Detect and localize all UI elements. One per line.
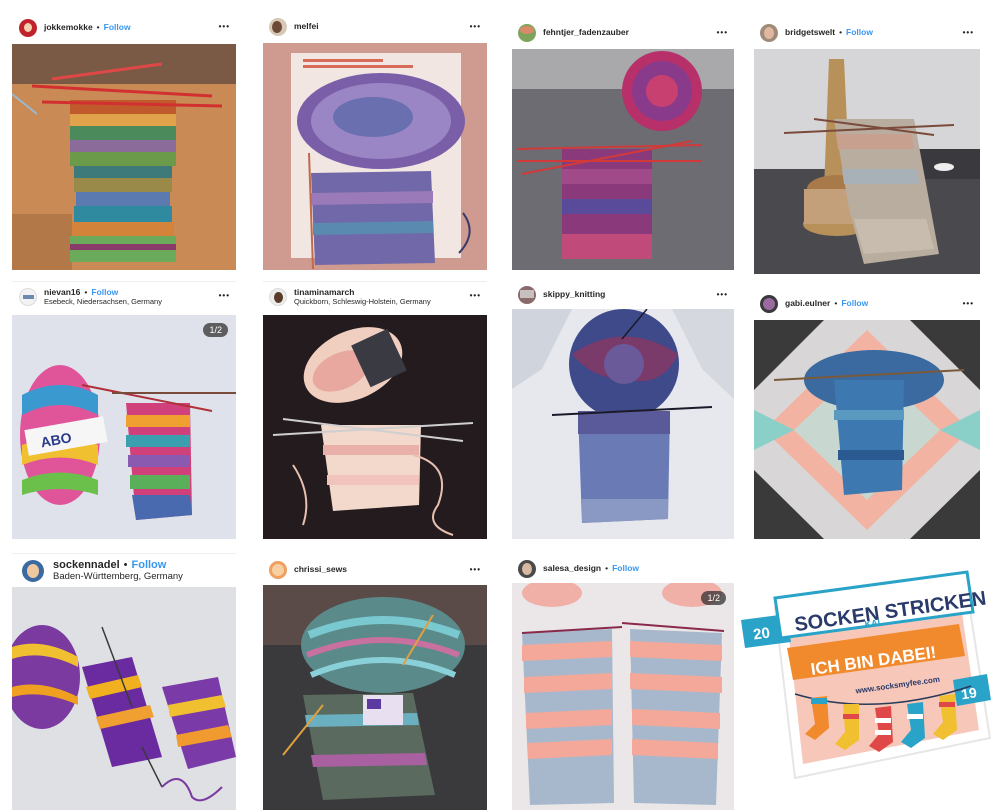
avatar[interactable]: [269, 288, 287, 306]
avatar[interactable]: [22, 560, 44, 582]
username[interactable]: sockennadel: [53, 559, 120, 572]
avatar[interactable]: [269, 561, 287, 579]
post-card: melfei •••: [263, 12, 487, 270]
follow-button[interactable]: Follow: [132, 559, 167, 572]
post-card: tinaminamarch Quickborn, Schleswig-Holst…: [263, 281, 487, 539]
post-photo[interactable]: [263, 315, 487, 539]
post-photo[interactable]: 1/2: [512, 583, 734, 810]
more-options-icon[interactable]: •••: [717, 290, 728, 299]
more-options-icon[interactable]: •••: [470, 565, 481, 574]
username[interactable]: gabi.eulner: [785, 298, 830, 309]
more-options-icon[interactable]: •••: [963, 299, 974, 308]
username[interactable]: fehntjer_fadenzauber: [543, 27, 629, 38]
more-options-icon[interactable]: •••: [219, 22, 230, 31]
post-card: sockennadel • Follow Baden-Württemberg, …: [12, 553, 236, 810]
post-photo[interactable]: [263, 43, 487, 270]
more-options-icon[interactable]: •••: [219, 291, 230, 300]
username[interactable]: melfei: [294, 21, 319, 32]
username[interactable]: chrissi_sews: [294, 564, 347, 575]
post-card: jokkemokke • Follow •••: [12, 12, 236, 270]
post-card: fehntjer_fadenzauber •••: [512, 18, 734, 270]
post-photo[interactable]: [12, 587, 236, 810]
follow-button[interactable]: Follow: [612, 563, 639, 574]
avatar[interactable]: [518, 286, 536, 304]
post-photo[interactable]: [754, 49, 980, 274]
post-card: bridgetswelt • Follow •••: [754, 18, 980, 274]
avatar[interactable]: [518, 560, 536, 578]
avatar[interactable]: [269, 18, 287, 36]
post-photo[interactable]: ABO 1/2: [12, 315, 236, 539]
avatar[interactable]: [19, 19, 37, 37]
avatar[interactable]: [518, 24, 536, 42]
avatar[interactable]: [760, 24, 778, 42]
post-photo[interactable]: [754, 320, 980, 539]
sticker-year-left: 20: [752, 624, 771, 643]
location-label[interactable]: Baden-Württemberg, Germany: [53, 571, 183, 583]
post-card: nievan16 • Follow Esebeck, Niedersachsen…: [12, 281, 236, 539]
carousel-counter: 1/2: [203, 323, 228, 337]
more-options-icon[interactable]: •••: [470, 22, 481, 31]
avatar[interactable]: [760, 295, 778, 313]
post-photo[interactable]: [12, 44, 236, 270]
more-options-icon[interactable]: •••: [717, 28, 728, 37]
post-card: salesa_design • Follow 1/2: [512, 555, 734, 810]
follow-button[interactable]: Follow: [846, 27, 873, 38]
username[interactable]: jokkemokke: [44, 22, 93, 33]
username[interactable]: salesa_design: [543, 563, 601, 574]
location-label[interactable]: Esebeck, Niedersachsen, Germany: [44, 297, 162, 307]
more-options-icon[interactable]: •••: [963, 28, 974, 37]
sticker-year-right: 19: [960, 684, 978, 702]
post-photo[interactable]: [512, 309, 734, 539]
avatar[interactable]: [19, 288, 37, 306]
post-card: skippy_knitting •••: [512, 281, 734, 539]
username[interactable]: bridgetswelt: [785, 27, 835, 38]
post-card: gabi.eulner • Follow •••: [754, 288, 980, 539]
username[interactable]: skippy_knitting: [543, 289, 605, 300]
more-options-icon[interactable]: •••: [470, 291, 481, 300]
post-photo[interactable]: [512, 49, 734, 270]
socken-stricken-sticker: SOCKEN STRICKEN ICH BIN DABEI! www.socks…: [735, 568, 993, 800]
follow-button[interactable]: Follow: [104, 22, 131, 33]
carousel-counter: 1/2: [701, 591, 726, 605]
follow-button[interactable]: Follow: [841, 298, 868, 309]
post-card: chrissi_sews •••: [263, 555, 487, 810]
location-label[interactable]: Quickborn, Schleswig-Holstein, Germany: [294, 297, 431, 307]
post-photo[interactable]: [263, 585, 487, 810]
